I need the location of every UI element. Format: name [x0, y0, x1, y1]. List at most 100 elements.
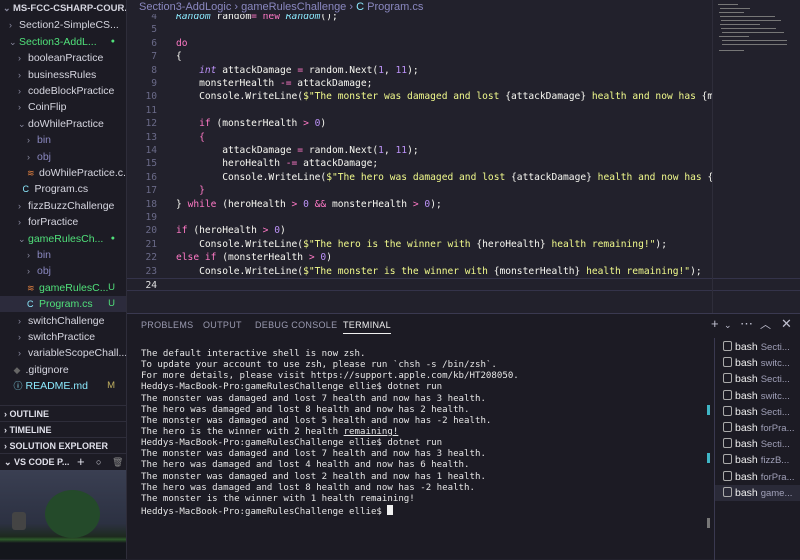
tree-item-label: gameRulesC...: [39, 281, 109, 294]
line-number: 14: [145, 145, 157, 156]
tree-item[interactable]: C Program.cs: [0, 181, 126, 197]
code-line[interactable]: 8 int attackDamage = random.Next(1, 11);: [127, 64, 712, 77]
tree-item[interactable]: › obj: [0, 263, 126, 279]
code-token: $"The monster is the winner with: [303, 265, 494, 277]
tab-terminal[interactable]: TERMINAL: [343, 320, 391, 334]
explorer-root-folder[interactable]: ⌄ MS-FCC-CSHARP-COUR...: [0, 0, 126, 16]
tab-debug-console[interactable]: DEBUG CONSOLE: [255, 320, 337, 330]
tree-item[interactable]: › Section2-SimpleCS...: [0, 17, 126, 33]
code-line[interactable]: 13 {: [127, 131, 712, 144]
tree-item[interactable]: › switchChallenge: [0, 313, 126, 329]
code-line[interactable]: 9 monsterHealth -= attackDamage;: [127, 77, 712, 90]
code-line[interactable]: 24: [127, 278, 800, 292]
code-token: }: [176, 185, 205, 197]
code-line[interactable]: 10 Console.WriteLine($"The monster was d…: [127, 90, 712, 103]
terminal-output[interactable]: The default interactive shell is now zsh…: [141, 349, 713, 516]
terminal-name: forPra...: [760, 471, 795, 483]
terminal-text: The hero was damaged and lost 8 health a…: [141, 482, 475, 493]
tree-item[interactable]: › CoinFlip: [0, 99, 126, 115]
tree-item[interactable]: ≋ gameRulesC... U: [0, 280, 126, 296]
code-line[interactable]: 21 Console.WriteLine($"The hero is the w…: [127, 238, 712, 251]
minimap[interactable]: [712, 0, 800, 313]
code-line[interactable]: 7{: [127, 50, 712, 63]
terminal-instance[interactable]: bash forPra...: [715, 420, 800, 436]
line-number: 20: [145, 225, 157, 237]
terminal-instance[interactable]: bash switc...: [715, 355, 800, 371]
maximize-panel-icon[interactable]: ︿: [760, 316, 771, 332]
code-token: =: [297, 145, 309, 156]
tree-item-label: doWhilePractice.c...: [39, 167, 127, 179]
tree-item[interactable]: › switchPractice: [0, 329, 126, 345]
code-line[interactable]: 16 Console.WriteLine($"The hero was dama…: [127, 171, 712, 184]
tree-item[interactable]: ⌄ Section3-AddL... ●: [0, 34, 126, 50]
terminal-instance[interactable]: bash switc...: [715, 388, 800, 404]
tab-output[interactable]: OUTPUT: [203, 320, 242, 330]
terminal-text: Heddys-MacBook-Pro:gameRulesChallenge el…: [141, 438, 443, 449]
trash-icon[interactable]: 🗑: [112, 454, 123, 470]
terminal-text: The monster was damaged and lost 7 healt…: [141, 393, 486, 404]
code-line[interactable]: 20 if (heroHealth > 0): [127, 224, 712, 237]
code-line[interactable]: 22 else if (monsterHealth > 0): [127, 251, 712, 264]
terminal-line: The hero was damaged and lost 4 health a…: [141, 460, 713, 471]
terminal-instance[interactable]: bash Secti...: [715, 404, 800, 420]
tree-item[interactable]: C Program.cs U: [0, 296, 126, 313]
tree-item[interactable]: ◆ .gitignore: [0, 362, 126, 378]
code-line[interactable]: 5: [127, 23, 712, 36]
section-header-timeline[interactable]: › TIMELINE: [0, 421, 126, 437]
line-number: 8: [151, 64, 157, 76]
tree-item[interactable]: ⌄ doWhilePractice: [0, 116, 126, 132]
terminal-line: The monster is the winner with 1 health …: [141, 494, 713, 505]
tab-problems[interactable]: PROBLEMS: [141, 320, 193, 330]
breadcrumb-subfolder[interactable]: gameRulesChallenge: [241, 1, 346, 13]
terminal-instance[interactable]: bash Secti...: [715, 339, 800, 355]
close-panel-icon[interactable]: ✕: [781, 316, 792, 332]
tree-item[interactable]: › businessRules: [0, 67, 126, 83]
terminal-instance[interactable]: bash Secti...: [715, 371, 800, 387]
code-line[interactable]: 17 }: [127, 184, 712, 197]
more-actions-icon[interactable]: ⋯: [740, 316, 753, 332]
chevron-down-icon[interactable]: ⌄: [724, 320, 732, 331]
tree-item[interactable]: › variableScopeChall...: [0, 345, 126, 361]
tree-item-label: bin: [37, 249, 52, 261]
breadcrumb-folder[interactable]: Section3-AddLogic: [139, 1, 231, 13]
code-line[interactable]: 14 attackDamage = random.Next(1, 11);: [127, 144, 712, 157]
ball-icon[interactable]: ○: [96, 454, 101, 470]
tree-item[interactable]: ⓘ README.md M: [0, 378, 126, 394]
code-line[interactable]: 15 heroHealth -= attackDamage;: [127, 157, 712, 170]
new-terminal-icon[interactable]: +: [711, 316, 719, 331]
code-line[interactable]: 12 if (monsterHealth > 0): [127, 117, 712, 130]
code-token: health remaining!": [580, 265, 691, 277]
section-header-solution-explorer[interactable]: › SOLUTION EXPLORER: [0, 437, 126, 453]
tree-item[interactable]: › forPractice: [0, 214, 126, 230]
terminal-instance[interactable]: bash Secti...: [715, 436, 800, 452]
vs-code-pets-section-header[interactable]: ⌄ VS CODE P... + ○ 🗑: [0, 453, 126, 470]
terminal-marker: [707, 518, 710, 528]
tree-item[interactable]: ⌄ gameRulesCh... ●: [0, 231, 126, 247]
terminal-instance[interactable]: bash forPra...: [715, 469, 800, 485]
tree-item[interactable]: › booleanPractice: [0, 50, 126, 66]
code-line[interactable]: 6 do: [127, 37, 712, 50]
tree-item[interactable]: › bin: [0, 247, 126, 263]
tree-item[interactable]: ≋ doWhilePractice.c...: [0, 165, 127, 181]
terminal-name: Secti...: [760, 406, 790, 418]
terminal-instance[interactable]: bash fizzB...: [715, 452, 800, 468]
code-line[interactable]: 18} while (heroHealth > 0 && monsterHeal…: [127, 198, 712, 211]
code-editor[interactable]: Section3-AddLogic › gameRulesChallenge ›…: [127, 0, 800, 313]
add-pet-icon[interactable]: +: [77, 454, 85, 470]
code-line[interactable]: 11: [127, 104, 712, 117]
breadcrumb-file[interactable]: Program.cs: [367, 1, 423, 13]
pet-cat[interactable]: [12, 512, 26, 530]
terminal-link-text[interactable]: remaining!: [344, 427, 399, 437]
tree-item[interactable]: › bin: [0, 132, 126, 148]
code-line[interactable]: 19: [127, 211, 712, 224]
terminal-icon: [723, 438, 732, 449]
code-line[interactable]: 23 Console.WriteLine($"The monster is th…: [127, 265, 712, 278]
tree-item[interactable]: › obj: [0, 149, 126, 165]
section-header-outline[interactable]: › OUTLINE: [0, 405, 126, 421]
code-token: health and now has: [586, 91, 702, 103]
chevron-right-icon: ›: [27, 151, 30, 162]
terminal-instance[interactable]: bash game...: [715, 484, 800, 501]
tree-item[interactable]: › codeBlockPractice: [0, 83, 126, 99]
tree-item[interactable]: › fizzBuzzChallenge: [0, 198, 126, 214]
